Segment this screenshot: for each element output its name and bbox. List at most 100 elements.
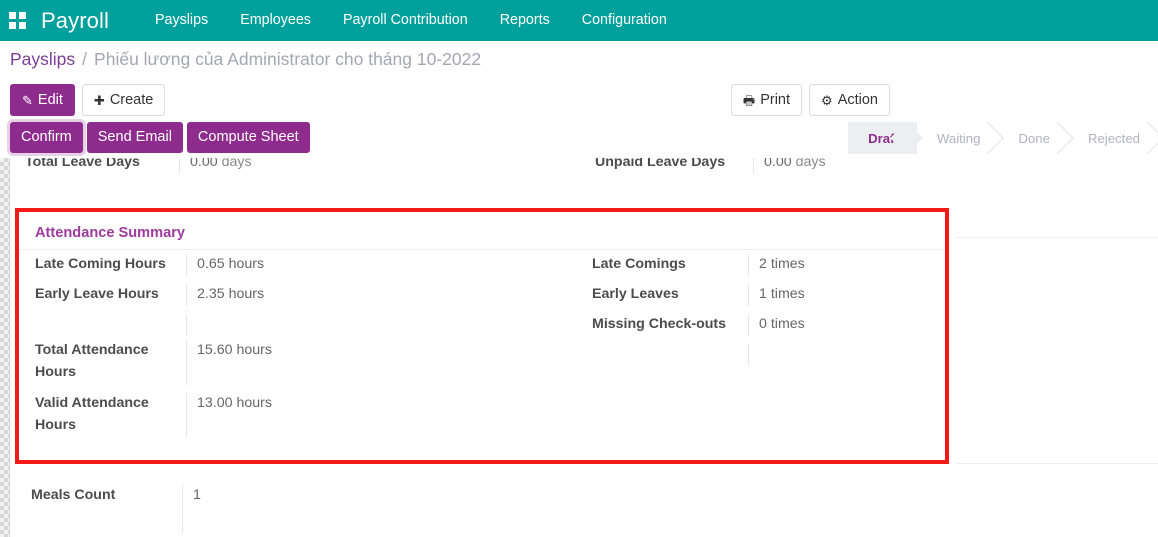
attendance-summary-title: Attendance Summary	[19, 212, 945, 250]
main-menu: Payslips Employees Payroll Contribution …	[139, 0, 683, 41]
form-sheet: Total Leave Days 0.00 days Unpaid Leave …	[11, 158, 1158, 537]
breadcrumb: Payslips / Phiếu lương của Administrator…	[0, 41, 1158, 78]
unpaid-leave-days-field: Unpaid Leave Days 0.00 days	[583, 158, 958, 180]
status-step-waiting[interactable]: Waiting	[917, 122, 998, 154]
menu-item-payroll-contribution[interactable]: Payroll Contribution	[327, 0, 484, 41]
form-sheet-area: Total Leave Days 0.00 days Unpaid Leave …	[0, 158, 1158, 537]
missing-check-outs-number: 0	[759, 316, 767, 332]
late-comings-value: 2 times	[748, 254, 937, 276]
unpaid-leave-days-number: 0.00	[764, 158, 792, 170]
confirm-button[interactable]: Confirm	[10, 122, 83, 154]
early-leaves-field: Early Leaves 1 times	[582, 280, 937, 310]
late-comings-label: Late Comings	[592, 256, 686, 272]
early-leaves-value: 1 times	[748, 284, 937, 306]
attendance-left-column: Late Coming Hours 0.65 hours Early Leave…	[19, 250, 582, 442]
early-leave-hours-field: Early Leave Hours 2.35 hours	[19, 280, 582, 310]
edit-button[interactable]: ✎ Edit	[10, 84, 75, 116]
unpaid-leave-days-value: 0.00 days	[753, 158, 958, 174]
total-leave-days-number: 0.00	[190, 158, 218, 170]
menu-item-reports[interactable]: Reports	[484, 0, 566, 41]
valid-attendance-hours-unit: hours	[236, 395, 272, 411]
late-coming-hours-label: Late Coming Hours	[35, 256, 166, 272]
spacer-label	[19, 314, 186, 332]
attendance-left-spacer	[19, 310, 582, 336]
breadcrumb-link-payslips[interactable]: Payslips	[10, 49, 75, 70]
divider-line-bottom	[956, 463, 1158, 464]
app-brand-payroll[interactable]: Payroll	[41, 8, 109, 34]
valid-attendance-hours-label: Valid Attendance Hours	[35, 395, 149, 433]
compute-sheet-button[interactable]: Compute Sheet	[186, 122, 310, 154]
unpaid-leave-days-label: Unpaid Leave Days	[595, 158, 726, 170]
status-bar: Confirm Send Email Compute Sheet Draft W…	[0, 122, 1158, 158]
breadcrumb-current-record: Phiếu lương của Administrator cho tháng …	[94, 49, 482, 69]
control-panel-right: 🖶 Print ⚙ Action	[730, 84, 890, 116]
status-step-draft[interactable]: Draft	[848, 122, 917, 154]
attendance-right-column: Late Comings 2 times Early Leaves 1 time…	[582, 250, 937, 442]
status-step-rejected[interactable]: Rejected	[1068, 122, 1158, 154]
total-leave-days-field: Total Leave Days 0.00 days	[11, 158, 583, 180]
send-email-button[interactable]: Send Email	[86, 122, 183, 154]
early-leave-hours-number: 2.35	[197, 286, 225, 302]
menu-item-configuration[interactable]: Configuration	[566, 0, 683, 41]
edit-button-label: Edit	[37, 92, 63, 108]
missing-check-outs-unit: times	[770, 316, 805, 332]
total-attendance-hours-value: 15.60 hours	[186, 340, 582, 385]
total-attendance-hours-number: 15.60	[197, 342, 233, 358]
create-button[interactable]: ✚ Create	[81, 84, 166, 116]
total-attendance-hours-field: Total Attendance Hours 15.60 hours	[19, 336, 582, 389]
attendance-summary-grid: Late Coming Hours 0.65 hours Early Leave…	[19, 250, 945, 442]
early-leave-hours-label: Early Leave Hours	[35, 286, 159, 302]
valid-attendance-hours-field: Valid Attendance Hours 13.00 hours	[19, 389, 582, 442]
action-button[interactable]: ⚙ Action	[809, 84, 890, 116]
apps-grid-icon[interactable]	[9, 11, 27, 30]
attendance-right-spacer	[582, 340, 937, 370]
total-attendance-hours-label: Total Attendance Hours	[35, 342, 149, 380]
divider-line-top	[956, 237, 1158, 238]
meals-count-value: 1	[182, 485, 578, 533]
spacer-value-right	[748, 344, 937, 366]
missing-check-outs-field: Missing Check-outs 0 times	[582, 310, 937, 340]
print-button-label: Print	[760, 92, 791, 108]
valid-attendance-hours-number: 13.00	[197, 395, 233, 411]
gear-icon: ⚙	[821, 92, 833, 108]
late-comings-number: 2	[759, 256, 767, 272]
late-coming-hours-unit: hours	[228, 256, 265, 272]
late-coming-hours-value: 0.65 hours	[186, 254, 582, 276]
control-panel-left: ✎ Edit ✚ Create	[10, 84, 166, 116]
action-button-label: Action	[837, 92, 878, 108]
plus-icon: ✚	[93, 92, 105, 108]
printer-icon: 🖶	[742, 92, 756, 108]
unpaid-leave-days-unit: days	[795, 158, 826, 170]
leave-days-row: Total Leave Days 0.00 days Unpaid Leave …	[11, 158, 1158, 182]
create-button-label: Create	[109, 92, 154, 108]
late-comings-unit: times	[770, 256, 805, 272]
total-leave-days-unit: days	[221, 158, 252, 170]
meals-count-row: Meals Count 1	[15, 481, 1158, 537]
spacer-value	[186, 314, 582, 336]
late-coming-hours-field: Late Coming Hours 0.65 hours	[19, 250, 582, 280]
early-leaves-number: 1	[759, 286, 767, 302]
menu-item-payslips[interactable]: Payslips	[139, 0, 224, 41]
left-gutter	[0, 158, 10, 537]
early-leave-hours-unit: hours	[228, 286, 265, 302]
status-bar-buttons: Confirm Send Email Compute Sheet	[10, 122, 310, 154]
meals-count-label: Meals Count	[31, 487, 116, 503]
payslip-form-page: Payroll Payslips Employees Payroll Contr…	[0, 0, 1158, 537]
valid-attendance-hours-value: 13.00 hours	[186, 393, 582, 438]
attendance-summary-highlight-box: Attendance Summary Late Coming Hours 0.6…	[15, 208, 949, 464]
late-coming-hours-number: 0.65	[197, 256, 225, 272]
status-pipeline: Draft Waiting Done Rejected	[848, 122, 1158, 154]
total-leave-days-label: Total Leave Days	[25, 158, 140, 170]
early-leave-hours-value: 2.35 hours	[186, 284, 582, 306]
menu-item-employees[interactable]: Employees	[224, 0, 327, 41]
missing-check-outs-value: 0 times	[748, 314, 937, 336]
early-leaves-label: Early Leaves	[592, 286, 679, 302]
status-step-done[interactable]: Done	[998, 122, 1068, 154]
meals-count-field: Meals Count 1	[15, 481, 578, 537]
breadcrumb-separator: /	[82, 49, 88, 69]
total-leave-days-value: 0.00 days	[179, 158, 583, 174]
print-button[interactable]: 🖶 Print	[730, 84, 803, 116]
early-leaves-unit: times	[770, 286, 805, 302]
control-panel: ✎ Edit ✚ Create 🖶 Print ⚙ Action	[0, 78, 1158, 122]
pencil-icon: ✎	[22, 92, 33, 108]
